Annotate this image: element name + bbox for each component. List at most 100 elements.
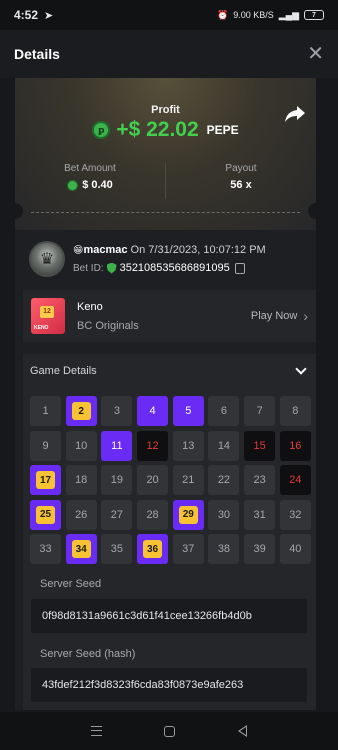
user-info: 😁macmac On 7/31/2023, 10:07:12 PM Bet ID… xyxy=(73,244,266,274)
keno-cell: 18 xyxy=(65,465,97,495)
payout-stat: Payout 56 x xyxy=(165,163,316,199)
alarm-icon: ⏰ xyxy=(217,9,229,20)
keno-cell: 24 xyxy=(279,465,311,495)
keno-cell: 32 xyxy=(279,499,311,530)
recent-apps-icon[interactable] xyxy=(91,726,103,736)
keno-cell: 33 xyxy=(30,534,61,564)
play-now-label: Play Now xyxy=(250,310,298,322)
keno-hit-number: 25 xyxy=(36,505,55,524)
bet-amount-stat: Bet Amount $ 0.40 xyxy=(15,163,165,199)
keno-cell: 10 xyxy=(65,430,97,461)
payout-label: Payout xyxy=(225,163,257,174)
chevron-right-icon: › xyxy=(303,308,308,324)
keno-cell: 9 xyxy=(30,430,61,461)
keno-cell: 36 xyxy=(137,534,169,564)
keno-cell: 6 xyxy=(208,396,240,426)
ticket-notch-left xyxy=(15,203,23,219)
play-now-button[interactable]: Play Now › xyxy=(251,308,308,324)
keno-cell: 34 xyxy=(65,534,97,564)
keno-cell: 2 xyxy=(65,396,97,426)
keno-cell: 14 xyxy=(208,430,240,461)
keno-badge-icon: 12 xyxy=(40,306,54,318)
keno-hit-number: 34 xyxy=(71,540,91,558)
status-bar: 4:52 ➤ ⏰ 9.00 KB/S ▂▄▆ 7 xyxy=(0,0,338,30)
battery-icon: 7 xyxy=(304,10,324,20)
game-details-title: Game Details xyxy=(30,365,97,377)
keno-cell: 11 xyxy=(101,430,133,461)
keno-cell: 17 xyxy=(30,465,61,495)
bet-details-panel: Profit ꝑ +$ 22.02 PEPE Bet Amount $ 0.40… xyxy=(15,78,316,710)
ticket-divider xyxy=(31,212,300,213)
keno-cell: 28 xyxy=(137,499,169,530)
keno-cell: 26 xyxy=(65,499,97,530)
back-icon[interactable] xyxy=(237,725,247,737)
keno-cell: 15 xyxy=(244,430,276,461)
keno-hit-number: 17 xyxy=(36,471,55,489)
close-icon[interactable]: ✕ xyxy=(307,44,324,64)
keno-board: 1 2 3 4 5 6 7 8 9 10 11 12 13 14 15 16 17 18 19 20 21 22 23 24 2… xyxy=(30,396,311,564)
keno-thumb-label: KENO xyxy=(34,325,49,331)
server-seed-field[interactable]: 0f98d8131a9661c3d61f41cee13266fb4d0b xyxy=(31,599,307,633)
keno-hit-number: 36 xyxy=(143,540,163,558)
signal-icon: ▂▄▆ xyxy=(278,9,299,20)
keno-cell: 38 xyxy=(208,534,240,564)
server-seed-hash-label: Server Seed (hash) xyxy=(40,648,136,660)
network-speed: 9.00 KB/S xyxy=(233,10,274,20)
keno-cell: 25 xyxy=(30,499,61,530)
server-seed-value: 0f98d8131a9661c3d61f41cee13266fb4d0b xyxy=(42,610,252,622)
keno-cell: 40 xyxy=(279,534,311,564)
keno-cell: 29 xyxy=(172,499,204,530)
bet-id-label: Bet ID: xyxy=(73,262,104,274)
game-info: Keno BC Originals xyxy=(77,301,139,332)
server-seed-hash-value: 43fdef212f3d8323f6cda83f0873e9afe263 xyxy=(42,679,244,691)
keno-hit-number: 29 xyxy=(178,505,198,524)
keno-cell: 22 xyxy=(208,465,240,495)
profit-ticket: Profit ꝑ +$ 22.02 PEPE Bet Amount $ 0.40… xyxy=(15,78,316,230)
keno-cell: 13 xyxy=(172,430,204,461)
bet-id-row: Bet ID: 352108535686891095 xyxy=(73,262,266,274)
game-details-header[interactable]: Game Details xyxy=(23,354,316,388)
status-time: 4:52 xyxy=(14,8,39,22)
copy-icon[interactable] xyxy=(234,262,245,274)
bet-amount-value-row: $ 0.40 xyxy=(67,179,113,191)
keno-cell: 23 xyxy=(244,465,276,495)
game-details-section: Game Details 1 2 3 4 5 6 7 8 9 10 11 12 13 14 15 16 17 18… xyxy=(23,354,316,710)
keno-cell: 37 xyxy=(172,534,204,564)
game-provider: BC Originals xyxy=(77,319,139,332)
keno-cell: 12 xyxy=(137,430,169,461)
payout-value: 56 x xyxy=(230,179,252,191)
keno-thumbnail: 12 KENO xyxy=(31,298,65,334)
bet-amount-label: Bet Amount xyxy=(64,163,116,174)
keno-cell: 31 xyxy=(244,499,276,530)
bet-stats: Bet Amount $ 0.40 Payout 56 x xyxy=(15,163,316,199)
keno-cell: 8 xyxy=(279,396,311,426)
keno-cell: 4 xyxy=(137,396,169,426)
profit-row: ꝑ +$ 22.02 PEPE xyxy=(15,118,316,142)
keno-cell: 19 xyxy=(101,465,133,495)
home-icon[interactable] xyxy=(164,725,176,737)
modal-header: Details ✕ xyxy=(0,30,338,78)
profit-label: Profit xyxy=(151,104,180,116)
server-seed-label: Server Seed xyxy=(40,578,102,590)
server-seed-hash-field[interactable]: 43fdef212f3d8323f6cda83f0873e9afe263 xyxy=(31,668,307,702)
username[interactable]: macmac xyxy=(83,244,127,256)
game-row[interactable]: 12 KENO Keno BC Originals Play Now › xyxy=(23,290,316,342)
keno-cell: 30 xyxy=(208,499,240,530)
keno-cell: 39 xyxy=(244,534,276,564)
android-nav-bar xyxy=(0,712,338,750)
user-row: ♛ 😁macmac On 7/31/2023, 10:07:12 PM Bet … xyxy=(15,230,316,288)
user-emoji: 😁 xyxy=(73,245,84,256)
verified-shield-icon xyxy=(106,262,117,274)
keno-cell: 7 xyxy=(244,396,276,426)
telegram-icon: ➤ xyxy=(44,9,54,22)
chevron-down-icon[interactable] xyxy=(295,363,307,375)
status-icons: ⏰ 9.00 KB/S ▂▄▆ 7 xyxy=(217,10,324,21)
keno-cell: 20 xyxy=(137,465,169,495)
pepe-coin-icon: ꝑ xyxy=(92,121,111,139)
bet-date: On 7/31/2023, 10:07:12 PM xyxy=(130,244,266,256)
avatar[interactable]: ♛ xyxy=(29,241,65,277)
share-icon[interactable] xyxy=(284,104,306,124)
ticket-notch-right xyxy=(308,203,316,219)
pepe-coin-icon xyxy=(67,179,79,191)
keno-cell: 27 xyxy=(101,499,133,530)
